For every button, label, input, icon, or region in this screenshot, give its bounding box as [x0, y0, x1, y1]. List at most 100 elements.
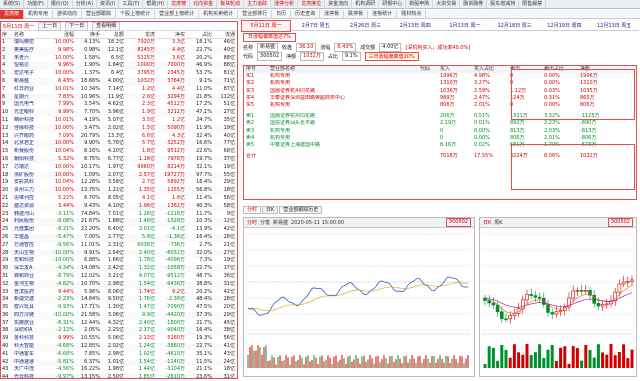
- table-row[interactable]: 43 天广中茂 -4.56% 16.22% 1.98亿 1.44亿 -3104万 21.1% 1…: [1, 366, 237, 374]
- tab-8[interactable]: 日历: [272, 9, 292, 19]
- next-day-button[interactable]: 下一日: [65, 22, 89, 31]
- table-row[interactable]: 23 韩建河山 -3.11% 74.84% 7.01亿 1.26亿 -1216万 11.7% 9…: [1, 211, 237, 219]
- menu-item[interactable]: 系统(S): [0, 0, 25, 9]
- column-header[interactable]: 流通: [214, 31, 237, 39]
- table-row[interactable]: 42 中通速递 -5.81% 6.37% 1.01亿 1.54亿 -1140万 11.5% 24…: [1, 358, 237, 367]
- seat-row[interactable]: 卖2 国信证券汕头长平路 2.19万 0.01% 892万 2.23% -890万: [244, 120, 636, 127]
- prev-day-button[interactable]: 上一日: [38, 22, 62, 31]
- table-row[interactable]: 6 新易盛 6.43% 18.66% 4.00亿 1032万 3784万 9.1% 71亿: [1, 77, 237, 86]
- tab-0[interactable]: 龙虎榜: [0, 9, 25, 19]
- menu-item[interactable]: 研报中心: [379, 0, 407, 9]
- tool-daily-k[interactable]: 日K: [483, 219, 491, 226]
- seat-row[interactable]: 卖3 机构专用 0 0.00% 813万 2.03% -813万: [244, 128, 636, 135]
- table-row[interactable]: 15 新赛股份 10.04% 8.16% 4.20亿 1.8亿 9512万 22.6% 68亿: [1, 148, 237, 156]
- column-header[interactable]: 龙虎: [126, 31, 157, 39]
- chart-tab-0[interactable]: 分时: [243, 206, 262, 214]
- date-option[interactable]: 2月13日 周四: [390, 21, 440, 31]
- tab-13[interactable]: 题材热点: [397, 9, 427, 19]
- tab-9[interactable]: 历史查询: [291, 9, 321, 19]
- table-row[interactable]: 40 科大智能 -4.68% 12.85% 2.02亿 1.24亿 -3860万 22.7% 4…: [1, 343, 237, 351]
- chart-tab-1[interactable]: 日K: [262, 206, 279, 214]
- menu-item[interactable]: 融资融券: [460, 0, 488, 9]
- menu-item[interactable]: 龙虎榜: [168, 0, 191, 9]
- tool-intraday[interactable]: 分时: [247, 219, 257, 226]
- tab-6[interactable]: 机构买卖统计: [199, 9, 239, 19]
- table-row[interactable]: 34 新疆交建 -2.23% 14.84% 9.50亿 1.76亿 -2.36亿 48.4% 2…: [1, 296, 237, 305]
- menu-item[interactable]: 工具(T): [119, 0, 144, 9]
- seat-row[interactable]: 卖4 机构专用 0 0.00% 806万 2.01% -806万: [244, 135, 636, 142]
- tab-12[interactable]: 连板统计: [368, 9, 398, 19]
- menu-item[interactable]: 龙虎席位: [298, 0, 326, 9]
- table-row[interactable]: 22 盛达资源 3.44% 9.43% 4.10亿 1.96亿 1362万 40.3% 58亿: [1, 202, 237, 211]
- table-row[interactable]: 16 朝阳科技 5.32% 8.75% 6.77亿 1.16亿 7978万 19.7% 37亿: [1, 155, 237, 164]
- intraday-code-input[interactable]: 300502: [445, 218, 471, 227]
- table-row[interactable]: 2 奥美医疗 9.98% 0.98% 12.1亿 8245万 4.4亿 22.7% 40亿: [1, 46, 237, 55]
- kline-code-input[interactable]: 300502: [607, 218, 633, 227]
- menu-item[interactable]: 限售解禁: [519, 0, 547, 9]
- table-row[interactable]: 25 光隆集团 -8.21% 22.20% 6.40亿 3.01亿 -4.1亿 13.9% 42…: [1, 226, 237, 234]
- column-header[interactable]: 净买: [157, 31, 187, 39]
- tab-11[interactable]: 跌停板: [344, 9, 369, 19]
- menu-item[interactable]: 分析(A): [73, 0, 98, 9]
- seat-row[interactable]: 买3 国融证券杭州同花路 1036万 2.59% 1.12万 0.03% 1035万: [244, 88, 636, 95]
- menu-item[interactable]: 主力追踪: [244, 0, 272, 9]
- table-row[interactable]: 17 芯瑞达 10.00% 10.17% 1.97亿 9960万 8214万 32.1% 19亿: [1, 164, 237, 172]
- table-row[interactable]: 32 金河生物 -4.82% 10.70% 2.98亿 1.54亿 -9436万 38.8% 3…: [1, 280, 237, 289]
- table-row[interactable]: 8 星期六 7.83% 10.96% 11.9亿 2.6亿 3294万 21.8% 112亿: [1, 93, 237, 102]
- menu-item[interactable]: 股东增减持: [487, 0, 520, 9]
- tool-ticks[interactable]: 分笔: [260, 219, 270, 226]
- date-option[interactable]: 12月19日 周四: [540, 21, 590, 31]
- date-option[interactable]: 12月18日 周三: [490, 21, 540, 31]
- table-row[interactable]: 38 深纺织A -2.12% 2.05% 2.25亿 2.17亿 -9040万 16.4% 38…: [1, 327, 237, 336]
- table-row[interactable]: 21 思维列控 5.22% 6.70% 8.05亿 4.1亿 1.6亿 11.4% 56亿: [1, 195, 237, 203]
- tab-deviation[interactable]: 日涨幅偏离值达7%: [243, 32, 296, 42]
- table-row[interactable]: 29 宏和科技 -10.00% 6.88% 1.66亿 1.78亿 -4096万 7.3% 19…: [1, 257, 237, 265]
- table-row[interactable]: 41 中通客车 -6.68% 7.85% 2.98亿 1.02亿 -4610万 35.1% 43…: [1, 351, 237, 359]
- tab-3[interactable]: 营业部跟踪: [82, 9, 117, 19]
- column-header[interactable]: 占比: [187, 31, 214, 39]
- table-row[interactable]: 33 普滨医药 9.44% 5.96% 8.06亿 1.74亿 9.2亿 20.2% 42亿: [1, 289, 237, 297]
- menu-item[interactable]: 资讯(I): [97, 0, 120, 9]
- table-row[interactable]: 13 兴齐眼药 7.09% 20.79% 13.3亿 6.6亿 4.3亿 32.4% 40亿: [1, 133, 237, 141]
- seat-row[interactable]: 卖1 国融证券杭州同花路 206万 0.51% 1331万 3.32% -1125万: [244, 113, 636, 120]
- tab-4[interactable]: 个股上榜统计: [116, 9, 156, 19]
- column-header[interactable]: 序: [1, 31, 13, 39]
- menu-item[interactable]: 功能(F): [24, 0, 48, 9]
- table-row[interactable]: 20 贵州三力 10.00% 13.75% 1.21亿 1.35亿 1155万 56.8% 18…: [1, 187, 237, 195]
- seat-row[interactable]: 卖5 中泰证券上海建国中路 8.16万 0.02% 681万 1.70% -673万: [244, 142, 636, 149]
- date-option[interactable]: 2月7日 周五: [291, 21, 341, 31]
- chart-tab-2[interactable]: 营业部跟踪历史: [279, 206, 323, 214]
- date-option[interactable]: 1月13日 周一: [440, 21, 490, 31]
- tab-2[interactable]: 游资动向: [53, 9, 83, 19]
- column-header[interactable]: 名称: [13, 31, 49, 39]
- date-option[interactable]: 12月13日 周五: [589, 21, 639, 31]
- date-option[interactable]: 5月11日 周一: [241, 19, 291, 32]
- table-row[interactable]: 3 朱老六 10.00% 1.58% 6.5亿 5125万 3.6亿 20.2% 88亿: [1, 55, 237, 63]
- menu-item[interactable]: 帮助(H): [143, 0, 169, 9]
- tool-weekly-k[interactable]: 周K: [494, 219, 502, 226]
- list-date[interactable]: 5月11日 周一: [3, 23, 34, 30]
- table-row[interactable]: 31 锦和商业 -8.79% 12.02% 3.21亿 4.07亿 -9512万 48.7% 3…: [1, 273, 237, 281]
- table-row[interactable]: 35 群兴玩具 -9.93% 17.71% 1.30亿 1.47亿 -7090万 47.5% 2…: [1, 304, 237, 312]
- menu-item[interactable]: 板块轮动: [217, 0, 245, 9]
- table-row[interactable]: 10 光正眼科 9.99% 7.70% 3.96亿 1.9亿 3212万 47.1% 27亿: [1, 109, 237, 117]
- menu-item[interactable]: 机构调研: [352, 0, 380, 9]
- table-row[interactable]: 24 利民股份 -8.08% 21.67% 1.88亿 1.48亿 -1328万 10.3% 1…: [1, 218, 237, 227]
- column-header[interactable]: 涨幅: [49, 31, 76, 39]
- table-row[interactable]: 36 四方冷链 -10.00% 21.58% 3.06亿 9.9亿 -4420万 37.3% 2…: [1, 311, 237, 320]
- table-row[interactable]: 19 安彩高科 10.04% 12.28% 3.58亿 2.7亿 5892万 16.4% 29亿: [1, 179, 237, 187]
- seat-row[interactable]: 买1 机构专用 1996万 4.98% 0 0.00% 1996万: [244, 73, 636, 80]
- menu-item[interactable]: 新股申购: [406, 0, 434, 9]
- menu-item[interactable]: 北向资金: [190, 0, 218, 9]
- table-row[interactable]: 14 北京君正 10.00% 9.90% 5.76亿 5.7亿 3252万 16.6% 77亿: [1, 140, 237, 149]
- table-row[interactable]: 9 国光电气 7.99% 3.54% 4.62亿 2.3亿 4512万 17.2% 51亿: [1, 101, 237, 109]
- tab-1[interactable]: 机构专用: [24, 9, 54, 19]
- table-row[interactable]: 37 凯撒旅业 -8.31% 12.44% 4.32亿 2.40亿 -1800万 21.7% 4…: [1, 320, 237, 328]
- tab-10[interactable]: 涨停板: [320, 9, 345, 19]
- seat-row[interactable]: 买5 机构专用 806万 2.01% 0 0.00% 806万: [244, 102, 636, 109]
- table-row[interactable]: 27 万通智控 -9.56% 11.01% 2.31亿 6036万 -736万 2.7% 21亿: [1, 242, 237, 250]
- view-detail-button[interactable]: 查看明细: [92, 22, 121, 31]
- table-row[interactable]: 5 宏达电子 10.00% 1.37% 6.4亿 3795万 2345万 53.7% 81亿: [1, 70, 237, 78]
- seat-row[interactable]: 买2 机构专用 1310万 3.27% 0 0.00% 1310万: [244, 80, 636, 87]
- table-row[interactable]: 26 华盛昌 -5.47% 7.00% 2.77亿 5.8亿 -1.36亿 16.4% 28亿: [1, 233, 237, 242]
